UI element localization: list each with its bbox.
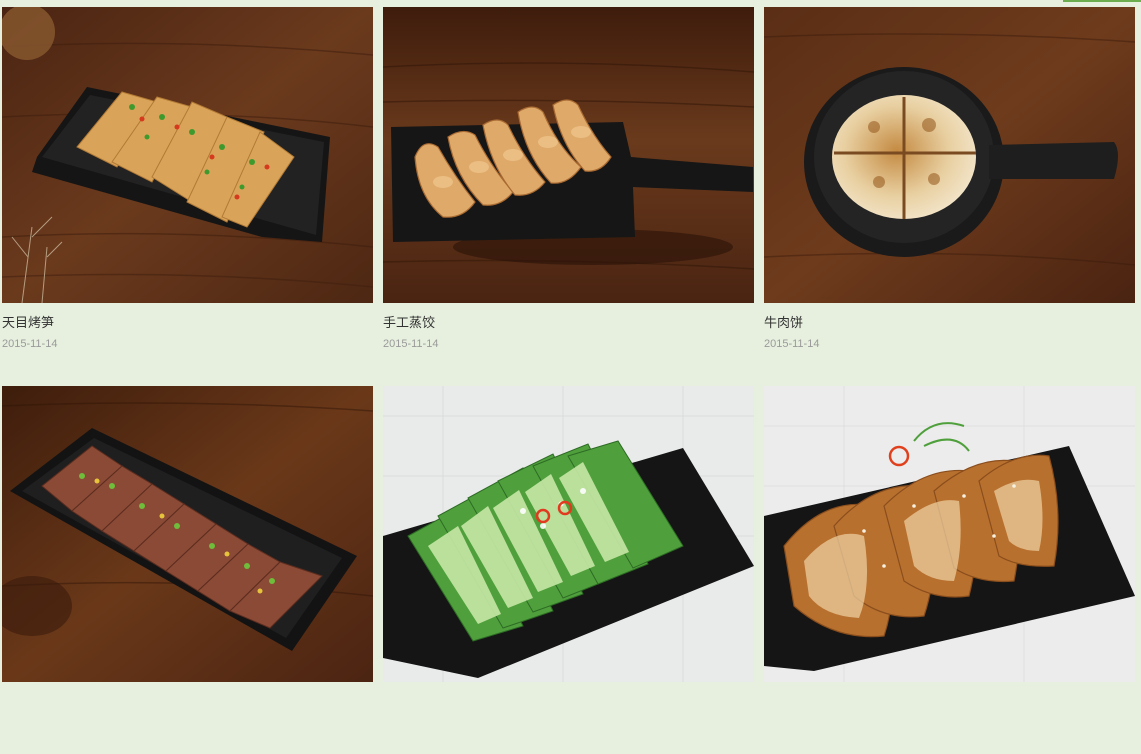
dish-photo[interactable] [2,386,373,682]
dish-gallery: 天目烤笋 2015-11-14 手工蒸饺 2015-11-14 牛肉饼 2015… [2,7,1135,754]
gallery-row [2,386,1135,754]
dish-title[interactable]: 天目烤笋 [2,315,373,333]
dish-photo[interactable] [764,386,1135,682]
beef-pie-photo [764,7,1135,303]
steamed-dumplings-photo [383,7,754,303]
gallery-row: 天目烤笋 2015-11-14 手工蒸饺 2015-11-14 牛肉饼 2015… [2,7,1135,375]
top-accent-bar [1063,0,1141,2]
dish-card[interactable] [2,386,373,754]
dish-date: 2015-11-14 [383,338,439,350]
dish-date: 2015-11-14 [764,338,820,350]
dish-card[interactable] [383,386,754,754]
smashed-cucumber-photo [383,386,754,682]
pork-ear-photo [764,386,1135,682]
sliced-beef-photo [2,386,373,682]
dish-photo[interactable] [383,7,754,303]
dish-card[interactable]: 手工蒸饺 2015-11-14 [383,7,754,375]
dish-photo[interactable] [2,7,373,303]
dish-card[interactable]: 天目烤笋 2015-11-14 [2,7,373,375]
dish-photo[interactable] [383,386,754,682]
dish-title[interactable]: 手工蒸饺 [383,315,754,333]
bamboo-shoots-photo [2,7,373,303]
dish-card[interactable]: 牛肉饼 2015-11-14 [764,7,1135,375]
dish-card[interactable] [764,386,1135,754]
dish-date: 2015-11-14 [2,338,58,350]
dish-photo[interactable] [764,7,1135,303]
dish-title[interactable]: 牛肉饼 [764,315,1135,333]
